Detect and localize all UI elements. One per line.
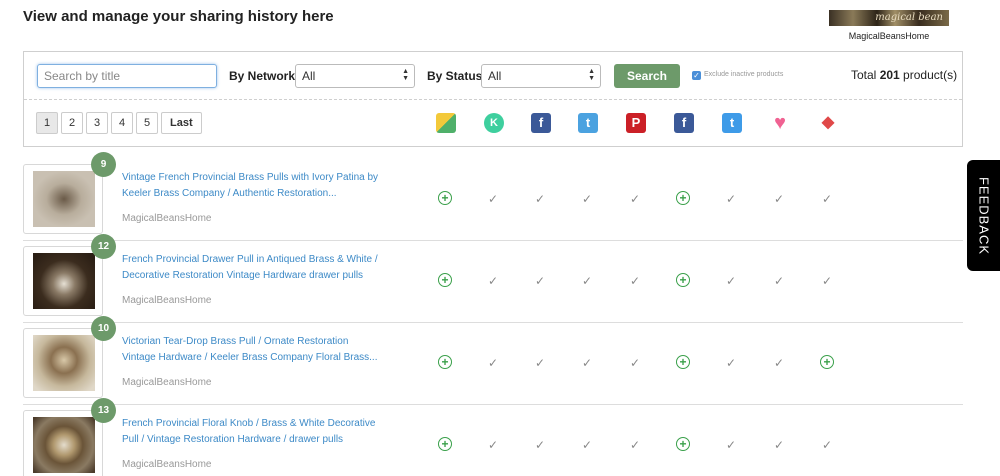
share-count-badge: 12 xyxy=(91,234,116,259)
shared-check-icon: ✓ xyxy=(725,356,737,370)
share-add-icon[interactable]: + xyxy=(676,273,690,287)
shop-name[interactable]: MagicalBeansHome xyxy=(829,31,949,41)
share-add-icon[interactable]: + xyxy=(676,355,690,369)
share-add-icon[interactable]: + xyxy=(438,437,452,451)
product-title-link[interactable]: Vintage French Provincial Brass Pulls wi… xyxy=(122,170,384,202)
share-add-icon[interactable]: + xyxy=(676,437,690,451)
shared-check-icon: ✓ xyxy=(534,274,546,288)
total-number: 201 xyxy=(879,68,900,82)
page-button-4[interactable]: 4 xyxy=(111,112,133,134)
search-button[interactable]: Search xyxy=(614,64,680,88)
product-image xyxy=(33,171,95,227)
page-button-last[interactable]: Last xyxy=(161,112,202,134)
shared-check-icon: ✓ xyxy=(773,192,785,206)
diamond-icon[interactable]: ◆ xyxy=(818,113,838,133)
product-shop-name: MagicalBeansHome xyxy=(122,295,212,306)
page-button-5[interactable]: 5 xyxy=(136,112,158,134)
product-image xyxy=(33,417,95,473)
product-shop-name: MagicalBeansHome xyxy=(122,213,212,224)
product-thumbnail[interactable] xyxy=(23,246,103,316)
share-count-badge: 10 xyxy=(91,316,116,341)
pagination: 1 2 3 4 5 Last xyxy=(36,112,202,134)
page-button-3[interactable]: 3 xyxy=(86,112,108,134)
page-button-1[interactable]: 1 xyxy=(36,112,58,134)
product-row: 13 French Provincial Floral Knob / Brass … xyxy=(23,398,963,476)
exclude-inactive-label[interactable]: Exclude inactive products xyxy=(704,71,783,78)
shared-check-icon: ✓ xyxy=(629,438,641,452)
total-count: Total 201 product(s) xyxy=(851,68,957,82)
shared-check-icon: ✓ xyxy=(773,438,785,452)
shared-check-icon: ✓ xyxy=(629,274,641,288)
shared-check-icon: ✓ xyxy=(773,356,785,370)
shared-check-icon: ✓ xyxy=(725,438,737,452)
share-count-badge: 13 xyxy=(91,398,116,423)
page-title: View and manage your sharing history her… xyxy=(23,8,334,25)
total-prefix: Total xyxy=(851,68,880,82)
network-filter-label: By Network xyxy=(229,69,296,83)
status-select[interactable]: All ▲ ▼ xyxy=(481,64,601,88)
feedback-label: FEEDBACK xyxy=(976,176,991,255)
tumblr-icon[interactable]: t xyxy=(722,113,742,133)
feedback-tab[interactable]: FEEDBACK xyxy=(967,160,1000,271)
facebook-icon[interactable]: f xyxy=(531,113,551,133)
shared-check-icon: ✓ xyxy=(534,356,546,370)
page-button-2[interactable]: 2 xyxy=(61,112,83,134)
product-shop-name: MagicalBeansHome xyxy=(122,459,212,470)
status-select-value: All xyxy=(488,69,502,83)
product-shop-name: MagicalBeansHome xyxy=(122,377,212,388)
product-title-link[interactable]: French Provincial Drawer Pull in Antique… xyxy=(122,252,384,284)
share-add-icon[interactable]: + xyxy=(676,191,690,205)
shared-check-icon: ✓ xyxy=(629,192,641,206)
total-suffix: product(s) xyxy=(899,68,958,82)
network-select-value: All xyxy=(302,69,316,83)
product-row: 9 Vintage French Provincial Brass Pulls w… xyxy=(23,152,963,241)
exclude-inactive-checkbox[interactable]: ✓ xyxy=(692,71,701,80)
shared-check-icon: ✓ xyxy=(821,438,833,452)
shared-check-icon: ✓ xyxy=(581,192,593,206)
search-input[interactable] xyxy=(37,64,217,88)
buffer-icon[interactable] xyxy=(436,113,456,133)
select-arrows-icon: ▲ ▼ xyxy=(588,68,595,82)
twitter-icon[interactable]: t xyxy=(578,113,598,133)
shared-check-icon: ✓ xyxy=(534,192,546,206)
shared-check-icon: ✓ xyxy=(487,356,499,370)
network-select[interactable]: All ▲ ▼ xyxy=(295,64,415,88)
shared-check-icon: ✓ xyxy=(821,192,833,206)
share-count-badge: 9 xyxy=(91,152,116,177)
share-add-icon[interactable]: + xyxy=(438,355,452,369)
product-title-link[interactable]: Victorian Tear-Drop Brass Pull / Ornate … xyxy=(122,334,384,366)
shared-check-icon: ✓ xyxy=(487,274,499,288)
shared-check-icon: ✓ xyxy=(629,356,641,370)
shared-check-icon: ✓ xyxy=(487,192,499,206)
product-row: 12 French Provincial Drawer Pull in Antiq… xyxy=(23,234,963,323)
pinterest-icon[interactable]: P xyxy=(626,113,646,133)
share-add-icon[interactable]: + xyxy=(438,191,452,205)
product-image xyxy=(33,335,95,391)
shared-check-icon: ✓ xyxy=(725,274,737,288)
heart-icon[interactable]: ♥ xyxy=(770,113,790,133)
kippt-icon[interactable]: K xyxy=(484,113,504,133)
shared-check-icon: ✓ xyxy=(725,192,737,206)
facebook-page-icon[interactable]: f xyxy=(674,113,694,133)
product-title-link[interactable]: French Provincial Floral Knob / Brass & … xyxy=(122,416,384,448)
shared-check-icon: ✓ xyxy=(581,438,593,452)
shared-check-icon: ✓ xyxy=(487,438,499,452)
shared-check-icon: ✓ xyxy=(821,274,833,288)
select-arrows-icon: ▲ ▼ xyxy=(402,68,409,82)
shared-check-icon: ✓ xyxy=(581,274,593,288)
product-thumbnail[interactable] xyxy=(23,410,103,476)
product-image xyxy=(33,253,95,309)
status-filter-label: By Status xyxy=(427,69,483,83)
product-row: 10 Victorian Tear-Drop Brass Pull / Ornat… xyxy=(23,316,963,405)
filter-row: By Network All ▲▼ By Status All ▲▼ Searc… xyxy=(24,52,962,100)
shared-check-icon: ✓ xyxy=(773,274,785,288)
share-add-icon[interactable]: + xyxy=(820,355,834,369)
product-thumbnail[interactable] xyxy=(23,328,103,398)
shared-check-icon: ✓ xyxy=(581,356,593,370)
filter-panel: By Network All ▲▼ By Status All ▲▼ Searc… xyxy=(23,51,963,147)
share-add-icon[interactable]: + xyxy=(438,273,452,287)
product-thumbnail[interactable] xyxy=(23,164,103,234)
shared-check-icon: ✓ xyxy=(534,438,546,452)
shop-logo[interactable]: magical bean xyxy=(829,10,949,26)
